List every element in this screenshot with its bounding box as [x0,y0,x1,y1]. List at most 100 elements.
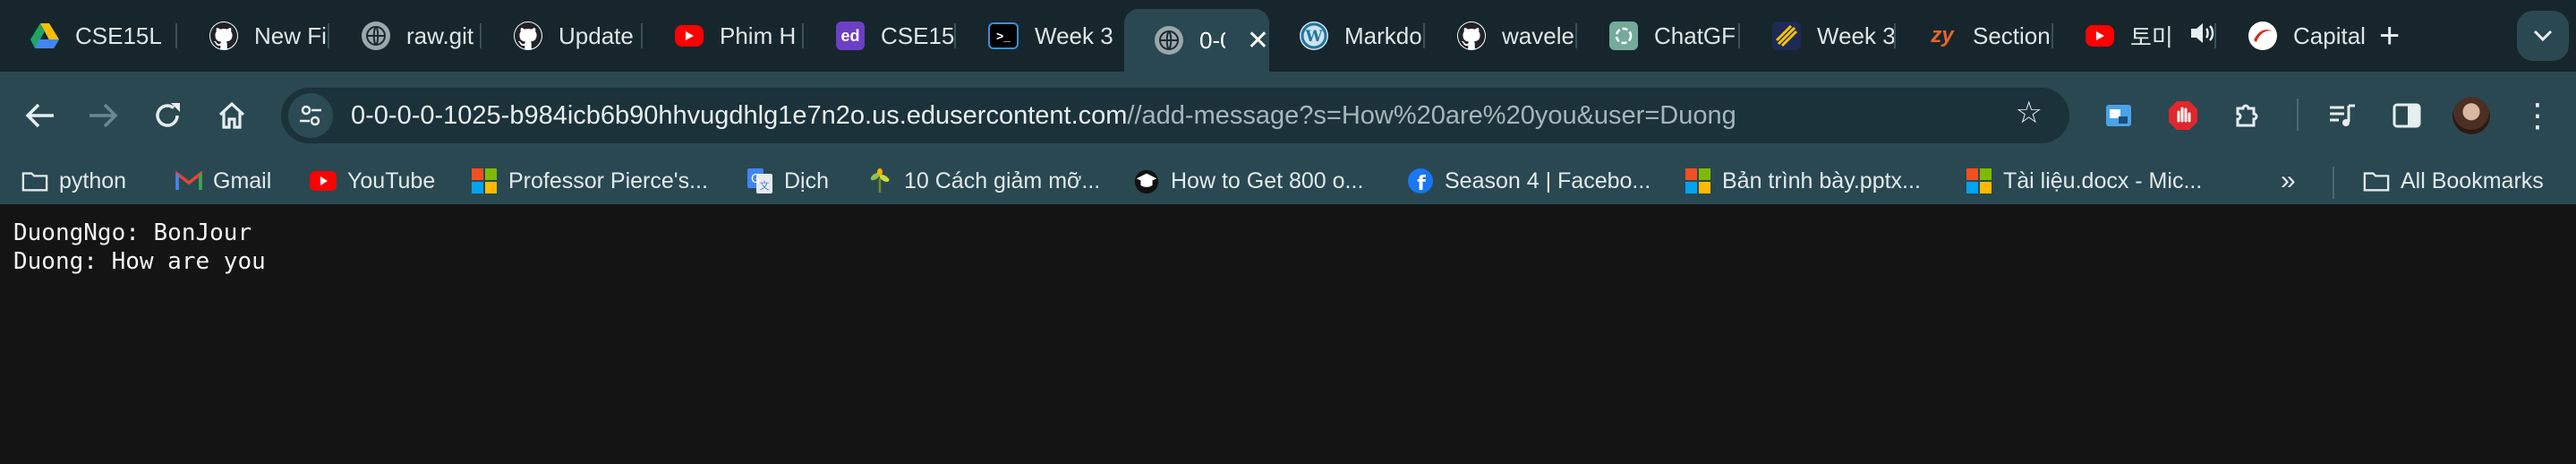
new-tab-button[interactable]: + [2379,18,2400,54]
tab-title: Section [1973,21,2051,49]
tab[interactable]: ed CSE15L [806,7,956,64]
google-translate-icon: G文 [746,168,773,194]
close-icon[interactable]: ✕ [1247,25,1269,56]
music-queue-icon [2330,104,2355,126]
tab-title: wavele [1502,21,1574,49]
bookmark-label: 10 Cách giảm mỡ... [904,168,1101,193]
svg-text:W: W [1304,28,1323,46]
tab-title: New Fil [254,21,329,49]
avatar [2452,97,2490,134]
youtube-icon [675,25,704,47]
tab-separator [175,23,177,48]
message-line: DuongNgo: BonJour [13,219,252,246]
github-icon [1457,21,1486,50]
home-icon [218,101,245,129]
microsoft-icon [1966,168,1992,194]
edstem-icon: ed [836,21,865,50]
tab[interactable]: Week 3 [1742,7,1896,64]
bookmark-item[interactable]: Gmail [175,163,271,199]
tab-title: ChatGF [1654,21,1736,49]
tab[interactable]: Phim H [644,7,804,64]
svg-text:文: 文 [760,179,770,192]
globe-icon [1155,26,1183,55]
tab[interactable]: Update [483,7,643,64]
reload-button[interactable] [145,93,190,138]
gmail-icon [175,168,202,194]
tab[interactable]: ChatGF [1579,7,1740,64]
tab[interactable]: wavele [1427,7,1577,64]
bookmark-label: Bản trình bày.pptx... [1722,168,1921,193]
tab-title: raw.git [406,21,474,49]
bookmark-item[interactable]: G文 Dịch [746,163,829,199]
graduation-cap-icon [1133,168,1160,194]
side-panel-button[interactable] [2384,93,2429,138]
toolbar: 0-0-0-0-1025-b984icb6b90hhvugdhlg1e7n2o.… [0,72,2576,159]
url-host: 0-0-0-0-1025-b984icb6b90hhvugdhlg1e7n2o.… [351,100,1128,130]
bookmark-item[interactable]: Professor Pierce's... [471,163,708,199]
tab[interactable]: CSE15L [0,7,177,64]
message-line: Duong: How are you [13,248,266,275]
bookmark-label: Gmail [213,168,272,193]
youtube-icon [2086,25,2114,47]
chatgpt-icon [1609,21,1638,50]
tab-separator [1894,23,1896,48]
back-button[interactable] [18,93,63,138]
tab[interactable]: >_ Week 3 [958,7,1124,64]
folder-icon [2363,168,2390,194]
tab-title: 0-0 [1199,26,1225,54]
bookmark-label: Tài liệu.docx - Mic... [2003,168,2203,193]
extension-button[interactable] [2096,93,2141,138]
all-bookmarks-button[interactable]: All Bookmarks [2363,163,2544,199]
tab[interactable]: W Markdo [1269,7,1425,64]
reload-icon [156,103,180,127]
bookmarks-overflow-button[interactable]: » [2281,163,2296,199]
url-text[interactable]: 0-0-0-0-1025-b984icb6b90hhvugdhlg1e7n2o.… [351,101,1736,131]
microsoft-icon [471,168,498,194]
tab-title: CSE15L [75,21,162,49]
zybooks-icon: zy [1931,23,1954,47]
terminal-icon: >_ [988,22,1019,49]
bookmark-item[interactable]: How to Get 800 o... [1133,163,1363,199]
tab-title: Markdo [1344,21,1422,49]
extensions-button[interactable] [2225,93,2270,138]
url-path: //add-message?s=How%20are%20you&user=Duo… [1127,100,1736,130]
tab-title: Capital [2293,21,2366,49]
tab[interactable]: Capital [2218,7,2368,64]
tab[interactable]: zy Section [1898,7,2053,64]
tab-search-button[interactable] [2517,11,2569,61]
bookmark-star-icon[interactable]: ☆ [2016,95,2043,131]
plant-icon [866,168,893,194]
tab-title: Week 3 [1817,21,1896,49]
screencast-icon [2106,105,2131,126]
bookmark-item[interactable]: f Season 4 | Facebo... [1407,163,1651,199]
bookmarks-bar: python Gmail YouTube Professor Pierce's.… [0,159,2576,204]
bookmark-item[interactable]: python [21,163,126,199]
home-button[interactable] [209,93,254,138]
profile-button[interactable] [2449,93,2494,138]
media-control-button[interactable] [2320,93,2365,138]
bookmark-item[interactable]: Tài liệu.docx - Mic... [1966,163,2202,199]
tab-strip: CSE15L New Fil raw.git Update Phim H ed … [0,0,2576,72]
forward-button[interactable] [81,93,125,138]
menu-button[interactable]: ⋮ [2515,93,2560,138]
bookmark-label: Season 4 | Facebo... [1445,168,1651,193]
bookmark-item[interactable]: 10 Cách giảm mỡ... [866,163,1100,199]
tab-active[interactable]: 0-0 ✕ [1124,9,1269,72]
tab-title: Week 3 [1035,21,1113,49]
facebook-icon: f [1407,168,1434,194]
tab[interactable]: raw.git [331,7,482,64]
site-info-button[interactable] [288,93,333,138]
page-content: DuongNgo: BonJour Duong: How are you [0,204,2576,464]
tab-separator [641,23,643,48]
extension-button[interactable] [2161,93,2205,138]
hand-stop-icon [2169,101,2197,130]
tab[interactable]: New Fil [179,7,329,64]
tab-separator [2214,23,2216,48]
speaker-icon[interactable] [2189,21,2216,52]
bookmark-item[interactable]: YouTube [310,163,435,199]
address-bar[interactable]: 0-0-0-0-1025-b984icb6b90hhvugdhlg1e7n2o.… [281,88,2069,143]
bookmark-item[interactable]: Bản trình bày.pptx... [1685,163,1921,199]
tab[interactable]: 토미 [2055,7,2216,64]
globe-icon [362,21,390,50]
folder-icon [21,168,48,194]
